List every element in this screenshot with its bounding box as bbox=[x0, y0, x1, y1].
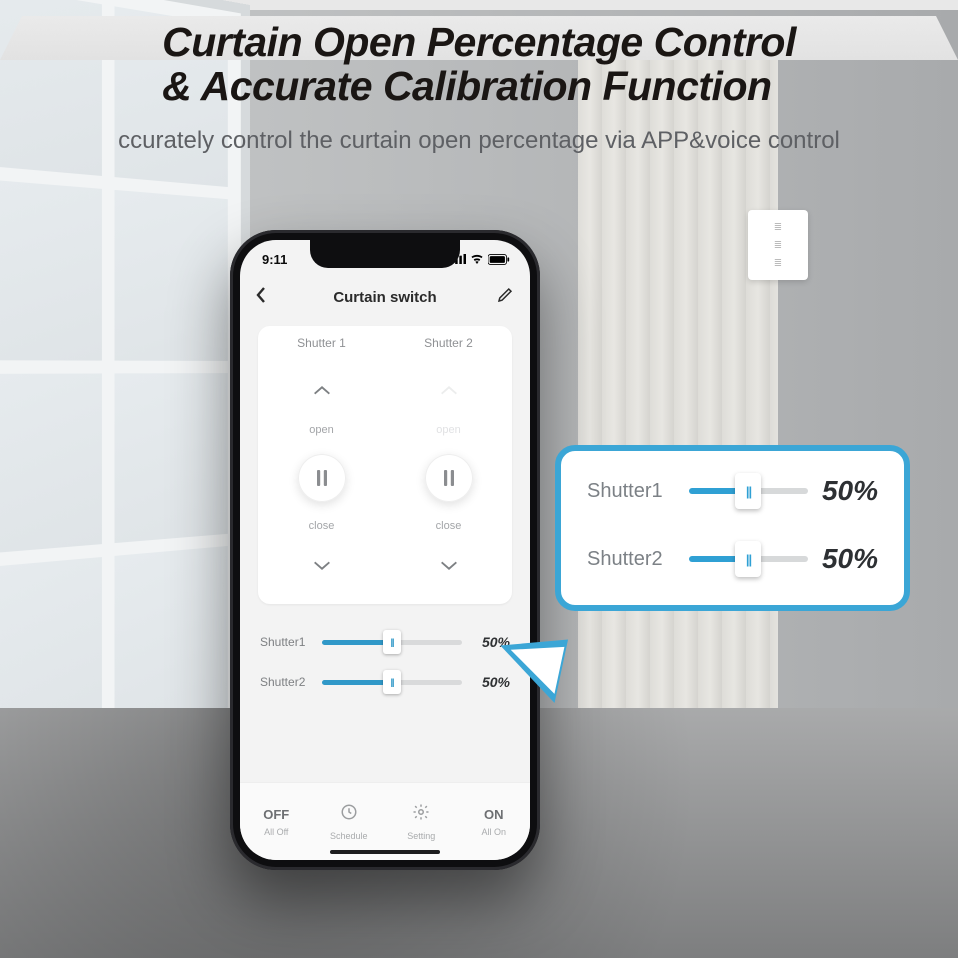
callout-1-label: Shutter1 bbox=[587, 480, 675, 503]
callout-1-thumb: || bbox=[735, 473, 761, 509]
shutter-1-label: Shutter 1 bbox=[297, 336, 346, 350]
back-button[interactable] bbox=[256, 286, 266, 309]
slider-2-thumb[interactable]: || bbox=[383, 670, 401, 694]
slider-1-track[interactable]: || bbox=[322, 640, 462, 645]
shutter-2-column: Shutter 2 open close bbox=[385, 336, 512, 586]
callout-row-2: Shutter2 || 50% bbox=[587, 543, 878, 575]
home-indicator bbox=[330, 850, 440, 854]
status-time: 9:11 bbox=[262, 252, 287, 267]
shutter-2-label: Shutter 2 bbox=[424, 336, 473, 350]
clock-icon bbox=[340, 803, 358, 826]
shutter-1-close-label: close bbox=[309, 520, 335, 532]
slider-2-track[interactable]: || bbox=[322, 680, 462, 685]
page-title: Curtain switch bbox=[240, 289, 530, 306]
callout-2-track: || bbox=[689, 556, 808, 562]
shutter-1-open-button[interactable] bbox=[302, 370, 342, 410]
shutter-2-open-label: open bbox=[436, 424, 460, 436]
slider-1-label: Shutter1 bbox=[260, 635, 312, 649]
nav-bar: Curtain switch bbox=[240, 278, 530, 316]
hero-subtitle: ccurately control the curtain open perce… bbox=[30, 127, 928, 155]
slider-row-2: Shutter2 || 50% bbox=[260, 674, 510, 690]
gear-icon bbox=[412, 803, 430, 826]
slider-section: Shutter1 || 50% Shutter2 || 50% bbox=[240, 604, 530, 700]
shutter-2-open-button[interactable] bbox=[429, 370, 469, 410]
tab-schedule[interactable]: Schedule bbox=[313, 783, 386, 860]
shutter-2-pause-button[interactable] bbox=[425, 454, 473, 502]
tab-all-on[interactable]: ON All On bbox=[458, 783, 531, 860]
callout-row-1: Shutter1 || 50% bbox=[587, 475, 878, 507]
edit-button[interactable] bbox=[496, 286, 514, 309]
battery-icon bbox=[488, 254, 510, 265]
tab-all-off[interactable]: OFF All Off bbox=[240, 783, 313, 860]
notch bbox=[310, 240, 460, 268]
wall-switch-device: ≣≣≣ bbox=[748, 210, 808, 280]
callout-2-thumb: || bbox=[735, 541, 761, 577]
callout-2-percent: 50% bbox=[822, 543, 878, 575]
phone-screen: 9:11 Curtain switch bbox=[240, 240, 530, 860]
slider-1-thumb[interactable]: || bbox=[383, 630, 401, 654]
shutter-2-close-button[interactable] bbox=[429, 546, 469, 586]
callout-1-track: || bbox=[689, 488, 808, 494]
shutter-1-close-button[interactable] bbox=[302, 546, 342, 586]
shutter-1-column: Shutter 1 open close bbox=[258, 336, 385, 586]
callout-bubble: Shutter1 || 50% Shutter2 || 50% bbox=[555, 445, 910, 611]
shutter-2-close-label: close bbox=[436, 520, 462, 532]
bottom-tab-bar: OFF All Off Schedule Setting ON All On bbox=[240, 782, 530, 860]
callout-2-label: Shutter2 bbox=[587, 548, 675, 571]
shutter-1-pause-button[interactable] bbox=[298, 454, 346, 502]
hero: Curtain Open Percentage Control & Accura… bbox=[0, 20, 958, 155]
phone-mockup: 9:11 Curtain switch bbox=[230, 230, 540, 870]
tab-setting[interactable]: Setting bbox=[385, 783, 458, 860]
shutter-1-open-label: open bbox=[309, 424, 333, 436]
slider-row-1: Shutter1 || 50% bbox=[260, 634, 510, 650]
hero-title: Curtain Open Percentage Control & Accura… bbox=[162, 20, 796, 109]
shutter-controls-card: Shutter 1 open close Shutter 2 open bbox=[258, 326, 512, 604]
slider-2-label: Shutter2 bbox=[260, 675, 312, 689]
callout-1-percent: 50% bbox=[822, 475, 878, 507]
callout-pointer bbox=[491, 626, 568, 703]
wifi-icon bbox=[470, 254, 484, 264]
